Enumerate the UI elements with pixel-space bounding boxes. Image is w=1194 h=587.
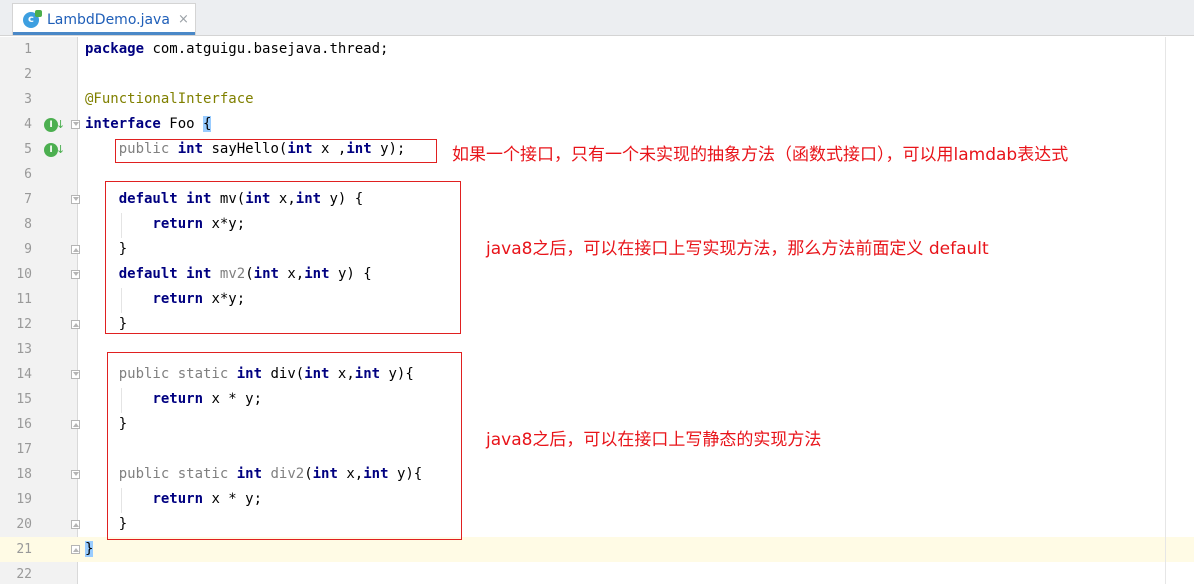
line-number: 10 [16, 267, 32, 282]
fold-end-icon[interactable] [71, 520, 80, 529]
line-number: 11 [16, 292, 32, 307]
line-number: 2 [24, 67, 32, 82]
line-number: 22 [16, 567, 32, 582]
line-number: 6 [24, 167, 32, 182]
editor-tab-bar: c LambdDemo.java × [0, 0, 1194, 36]
fold-end-icon[interactable] [71, 545, 80, 554]
code-text[interactable]: package com.atguigu.basejava.thread; [85, 37, 388, 62]
line-number: 12 [16, 317, 32, 332]
line-number: 13 [16, 342, 32, 357]
down-arrow-icon: ↓ [56, 143, 66, 156]
down-arrow-icon: ↓ [56, 118, 66, 131]
fold-toggle-icon[interactable] [71, 470, 80, 479]
code-token: @FunctionalInterface [85, 91, 254, 107]
code-text[interactable]: @FunctionalInterface [85, 87, 254, 112]
code-token: interface [85, 116, 161, 132]
active-tab-indicator [13, 32, 195, 35]
line-number: 3 [24, 92, 32, 107]
note-functional-interface: 如果一个接口，只有一个未实现的抽象方法（函数式接口），可以用lamdab表达式 [452, 145, 1069, 165]
fold-toggle-icon[interactable] [71, 120, 80, 129]
java-class-icon: c [23, 9, 42, 28]
code-line: 1 package com.atguigu.basejava.thread; [0, 37, 1194, 62]
fold-end-icon[interactable] [71, 420, 80, 429]
tab-lambddemo-java[interactable]: c LambdDemo.java × [12, 3, 196, 35]
fold-end-icon[interactable] [71, 320, 80, 329]
code-token: com.atguigu.basejava.thread; [144, 41, 389, 57]
line-number: 21 [16, 542, 32, 557]
fold-toggle-icon[interactable] [71, 195, 80, 204]
abstract-method-box [115, 139, 437, 163]
close-icon[interactable]: × [178, 12, 189, 27]
line-number: 14 [16, 367, 32, 382]
code-line: 21 } [0, 537, 1194, 562]
line-number: 16 [16, 417, 32, 432]
code-line: 22 [0, 562, 1194, 587]
code-token: { [203, 116, 212, 132]
static-methods-box [107, 352, 462, 540]
code-line: 4 I ↓ interface Foo { [0, 112, 1194, 137]
line-number: 18 [16, 467, 32, 482]
note-default-methods: java8之后，可以在接口上写实现方法，那么方法前面定义 default [486, 239, 989, 259]
code-token: Foo [160, 116, 204, 132]
fold-toggle-icon[interactable] [71, 270, 80, 279]
line-number: 15 [16, 392, 32, 407]
line-number: 17 [16, 442, 32, 457]
line-number: 4 [24, 117, 32, 132]
line-number: 7 [24, 192, 32, 207]
line-number: 9 [24, 242, 32, 257]
line-number: 5 [24, 142, 32, 157]
line-number: 19 [16, 492, 32, 507]
code-token: } [85, 541, 94, 557]
code-token: package [85, 41, 145, 57]
fold-toggle-icon[interactable] [71, 370, 80, 379]
code-text[interactable]: } [85, 537, 94, 562]
line-number: 20 [16, 517, 32, 532]
default-methods-box [105, 181, 461, 334]
code-line: 3 @FunctionalInterface [0, 87, 1194, 112]
code-text[interactable]: interface Foo { [85, 112, 212, 137]
fold-end-icon[interactable] [71, 245, 80, 254]
line-number: 8 [24, 217, 32, 232]
note-static-methods: java8之后，可以在接口上写静态的实现方法 [486, 430, 822, 450]
line-number: 1 [24, 42, 32, 57]
code-line: 2 [0, 62, 1194, 87]
tab-title: LambdDemo.java [47, 11, 170, 28]
